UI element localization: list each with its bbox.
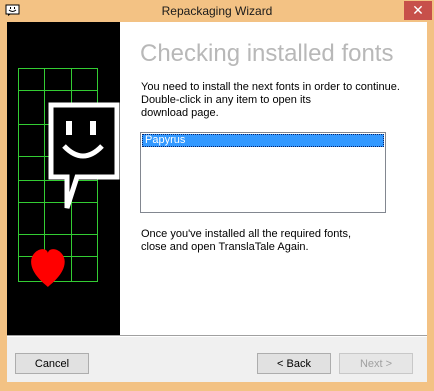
cancel-button[interactable]: Cancel xyxy=(15,353,89,374)
footer-line: close and open TranslaTale Again. xyxy=(141,241,309,253)
footer-line: Once you've installed all the required f… xyxy=(141,228,351,240)
close-icon: ✕ xyxy=(412,2,424,19)
window-title: Repackaging Wizard xyxy=(161,4,273,18)
instructions-line: You need to install the next fonts in or… xyxy=(141,81,400,93)
instructions-text: You need to install the next fonts in or… xyxy=(141,81,421,120)
back-button[interactable]: < Back xyxy=(257,353,331,374)
banner-graphic xyxy=(18,68,120,287)
wizard-content: Checking installed fonts You need to ins… xyxy=(120,22,427,335)
instructions-line: download page. xyxy=(141,107,219,119)
footer-text: Once you've installed all the required f… xyxy=(141,228,421,254)
button-separator xyxy=(7,335,427,337)
fonts-listbox[interactable]: Papyrus xyxy=(140,132,386,213)
wizard-client-area: Checking installed fonts You need to ins… xyxy=(7,22,427,382)
list-item[interactable]: Papyrus xyxy=(142,134,384,147)
close-button[interactable]: ✕ xyxy=(404,1,432,20)
wizard-window: Repackaging Wizard ✕ Checking installed … xyxy=(0,0,434,391)
instructions-line: Double-click in any item to open its xyxy=(141,94,311,106)
page-heading: Checking installed fonts xyxy=(140,40,394,67)
smiley-speech-bubble-icon xyxy=(48,102,120,209)
next-button[interactable]: Next > xyxy=(339,353,413,374)
wizard-banner xyxy=(7,22,120,335)
